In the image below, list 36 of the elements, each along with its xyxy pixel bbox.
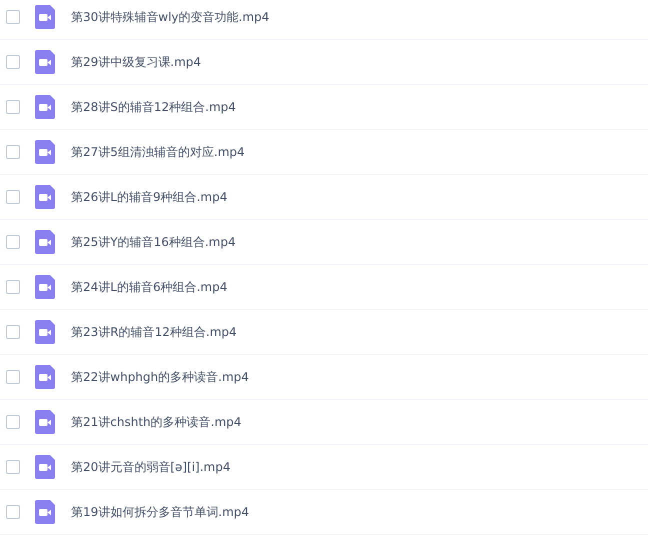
file-name[interactable]: 第22讲whphgh的多种读音.mp4 — [71, 368, 249, 386]
file-name[interactable]: 第24讲L的辅音6种组合.mp4 — [71, 278, 228, 296]
video-file-icon — [35, 500, 55, 524]
video-file-icon — [35, 50, 55, 74]
file-name[interactable]: 第28讲S的辅音12种组合.mp4 — [71, 98, 236, 116]
video-file-icon — [35, 5, 55, 29]
video-file-icon — [35, 410, 55, 434]
file-name[interactable]: 第26讲L的辅音9种组合.mp4 — [71, 188, 228, 206]
checkbox[interactable] — [6, 505, 20, 519]
file-name[interactable]: 第29讲中级复习课.mp4 — [71, 54, 202, 70]
video-file-icon — [35, 365, 55, 389]
video-file-icon — [35, 455, 55, 479]
checkbox[interactable] — [6, 280, 20, 294]
checkbox[interactable] — [6, 460, 20, 474]
video-file-icon — [35, 320, 55, 344]
file-name[interactable]: 第19讲如何拆分多音节单词.mp4 — [71, 504, 250, 520]
checkbox[interactable] — [6, 235, 20, 249]
checkbox[interactable] — [6, 370, 20, 384]
checkbox[interactable] — [6, 145, 20, 159]
video-file-icon — [35, 185, 55, 209]
file-name[interactable]: 第20讲元音的弱音[ə][i].mp4 — [71, 458, 230, 476]
video-file-icon — [35, 275, 55, 299]
checkbox[interactable] — [6, 325, 20, 339]
checkbox[interactable] — [6, 190, 20, 204]
file-name[interactable]: 第25讲Y的辅音16种组合.mp4 — [71, 234, 236, 250]
file-name[interactable]: 第30讲特殊辅音wly的变音功能.mp4 — [71, 8, 270, 26]
file-name[interactable]: 第21讲chshth的多种读音.mp4 — [71, 414, 242, 430]
video-file-icon — [35, 95, 55, 119]
video-file-icon — [35, 140, 55, 164]
checkbox[interactable] — [6, 100, 20, 114]
video-file-icon — [35, 230, 55, 254]
checkbox[interactable] — [6, 10, 20, 24]
checkbox[interactable] — [6, 415, 20, 429]
file-name[interactable]: 第27讲5组清浊辅音的对应.mp4 — [71, 144, 245, 160]
file-name[interactable]: 第23讲R的辅音12种组合.mp4 — [71, 324, 237, 340]
checkbox[interactable] — [6, 55, 20, 69]
